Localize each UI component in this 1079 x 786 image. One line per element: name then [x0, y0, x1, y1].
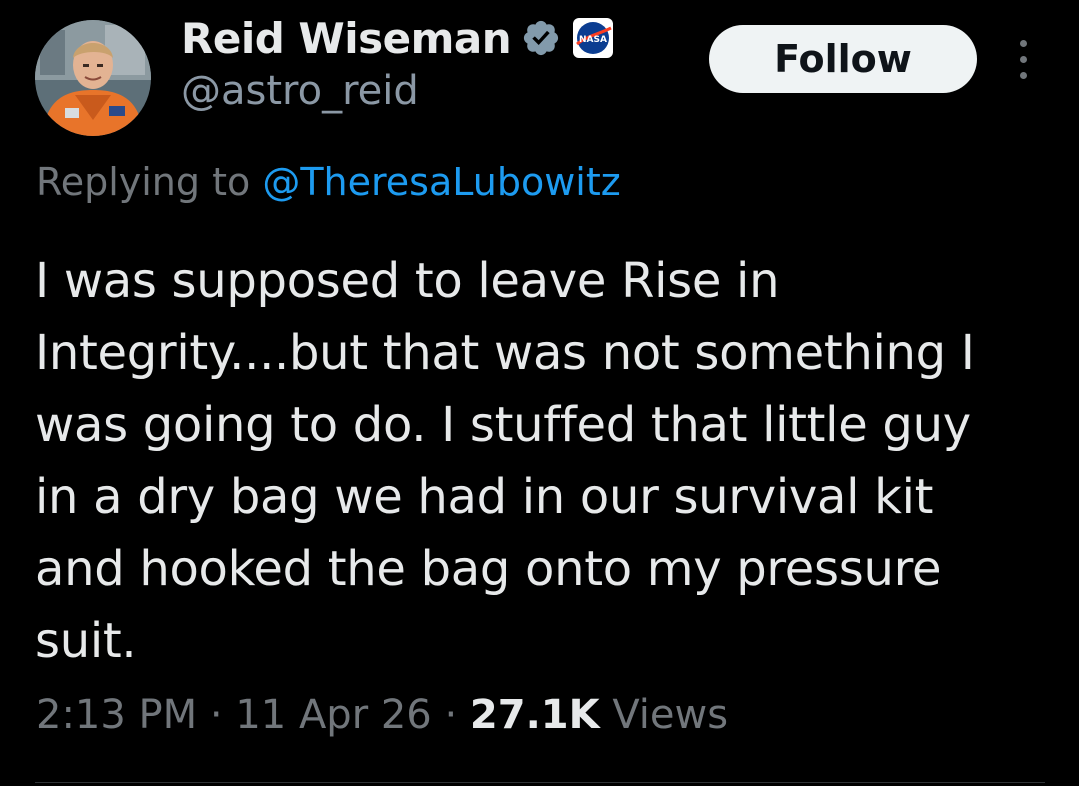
tweet-text: I was supposed to leave Rise in Integrit…	[35, 245, 1045, 677]
author-handle[interactable]: @astro_reid	[181, 68, 419, 114]
dot	[1019, 71, 1027, 79]
views-label: Views	[599, 692, 729, 738]
views-count[interactable]: 27.1K	[470, 692, 600, 738]
verified-badge-icon[interactable]	[521, 18, 561, 58]
nasa-logo-icon[interactable]: NASA	[571, 16, 615, 60]
tweet-time[interactable]: 2:13 PM	[36, 692, 197, 738]
tweet-text-line: Integrity....but that was not something …	[35, 325, 975, 381]
reply-mention-link[interactable]: @TheresaLubowitz	[262, 160, 620, 204]
tweet-text-line: in a dry bag we had in our survival kit	[35, 469, 934, 525]
follow-button[interactable]: Follow	[709, 25, 977, 93]
tweet-text-line: was going to do. I stuffed that little g…	[35, 397, 971, 453]
tweet-metadata: 2:13 PM · 11 Apr 26 · 27.1K Views	[36, 692, 728, 738]
tweet-date[interactable]: 11 Apr 26	[235, 692, 431, 738]
avatar[interactable]	[35, 20, 151, 136]
separator: ·	[197, 692, 236, 738]
astronaut-avatar-image	[35, 20, 151, 136]
dot	[1019, 55, 1027, 63]
tweet-text-line: and hooked the bag onto my pressure	[35, 541, 942, 597]
replying-to: Replying to @TheresaLubowitz	[36, 160, 621, 204]
separator: ·	[431, 692, 470, 738]
replying-to-prefix: Replying to	[36, 160, 263, 204]
divider	[35, 782, 1045, 783]
svg-text:NASA: NASA	[579, 35, 607, 45]
author-name-row: Reid Wiseman NASA	[181, 10, 615, 66]
author-display-name[interactable]: Reid Wiseman	[181, 14, 512, 63]
tweet-text-line: I was supposed to leave Rise in	[35, 253, 780, 309]
tweet-text-line: suit.	[35, 613, 137, 669]
more-options-icon[interactable]	[1008, 34, 1038, 84]
dot	[1019, 39, 1027, 47]
tweet: Reid Wiseman NASA @astro_reid Follow Rep…	[0, 0, 1079, 786]
